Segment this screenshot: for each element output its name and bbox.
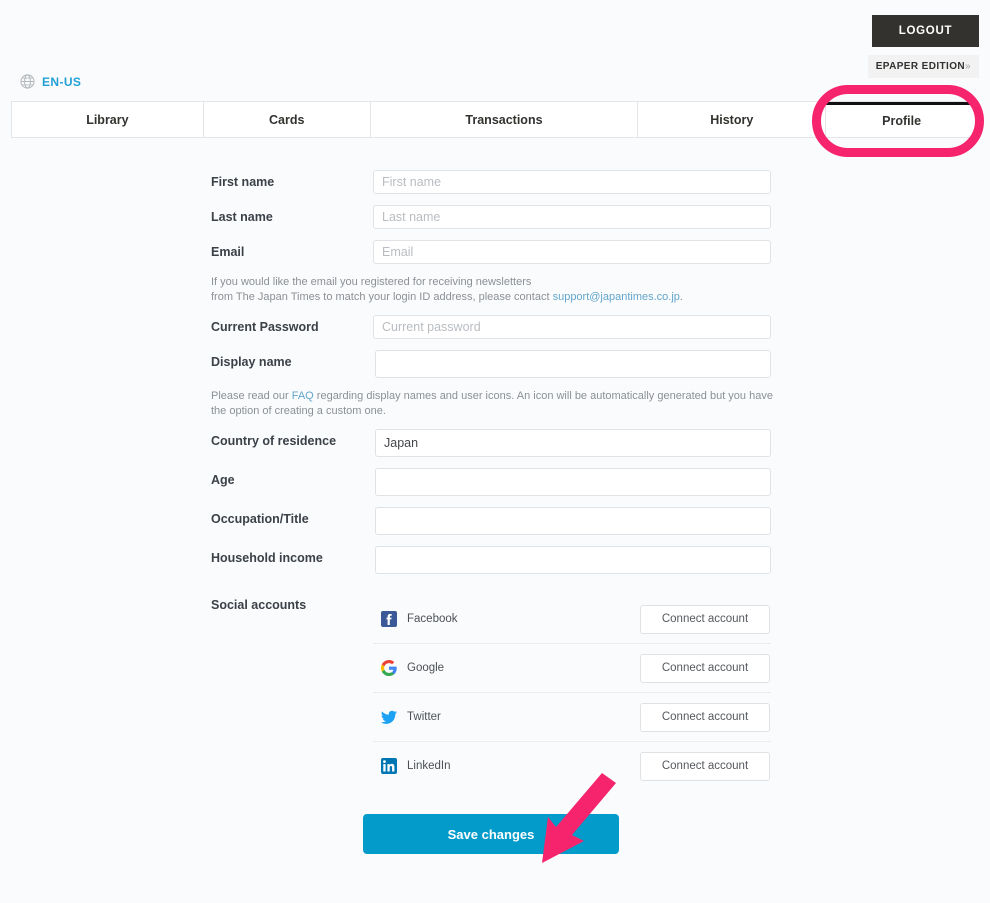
label-last-name: Last name [211, 210, 273, 224]
chevron-right-icon: » [965, 61, 971, 72]
label-email: Email [211, 245, 245, 259]
tab-transactions[interactable]: Transactions [370, 102, 639, 137]
display-name-help-before: Please read our [211, 390, 292, 402]
email-help-line2-before: from The Japan Times to match your login… [211, 290, 553, 303]
profile-form: First name Last name Email If you would lik… [0, 170, 990, 854]
twitter-icon [381, 709, 397, 725]
tab-label: History [710, 112, 754, 127]
field-row-last-name: Last name [0, 205, 990, 229]
epaper-edition-label: EPAPER EDITION [875, 61, 966, 72]
field-row-email: Email [0, 240, 990, 264]
account-tabs: Library Cards Transactions History Profile [11, 101, 978, 138]
save-button-wrapper: Save changes [363, 814, 619, 854]
field-row-occupation-title: Occupation/Title [0, 507, 990, 535]
social-accounts-title: Social accounts [211, 598, 307, 612]
input-age[interactable] [375, 468, 771, 496]
faq-link[interactable]: FAQ [292, 390, 314, 402]
social-name-twitter: Twitter [407, 711, 441, 723]
connect-account-button-twitter[interactable]: Connect account [640, 702, 770, 732]
tab-cards[interactable]: Cards [203, 102, 371, 137]
locale-label: EN-US [42, 74, 82, 89]
social-name-linkedin: LinkedIn [407, 760, 451, 772]
social-accounts-list: Facebook Connect account Google Connect acc… [373, 595, 771, 790]
input-household-income[interactable] [375, 546, 771, 574]
field-row-household-income: Household income [0, 546, 990, 574]
field-row-current-password: Current Password [0, 315, 990, 339]
tab-history[interactable]: History [638, 102, 827, 137]
social-row-linkedin: LinkedIn Connect account [373, 742, 771, 790]
connect-account-button-google[interactable]: Connect account [640, 653, 770, 683]
logout-button[interactable]: LOGOUT [872, 15, 979, 47]
field-row-display-name: Display name [0, 350, 990, 378]
field-row-first-name: First name [0, 170, 990, 194]
social-row-facebook: Facebook Connect account [373, 595, 771, 644]
social-accounts-section: Social accounts Facebook Connect account Go… [0, 595, 990, 790]
label-age: Age [211, 473, 235, 487]
connect-account-button-linkedin[interactable]: Connect account [640, 751, 770, 781]
email-help-line2-after: . [679, 290, 683, 303]
social-name-google: Google [407, 662, 445, 674]
label-display-name: Display name [211, 355, 292, 369]
social-name-facebook: Facebook [407, 613, 458, 625]
label-current-password: Current Password [211, 320, 319, 334]
tab-library[interactable]: Library [12, 102, 204, 137]
input-display-name[interactable] [375, 350, 771, 378]
label-occupation-title: Occupation/Title [211, 512, 309, 526]
input-email[interactable] [373, 240, 771, 264]
social-row-twitter: Twitter Connect account [373, 693, 771, 742]
field-row-country-of-residence: Country of residence [0, 429, 990, 457]
support-email-link[interactable]: support@japantimes.co.jp [553, 291, 680, 303]
email-help-text: If you would like the email you register… [211, 275, 773, 304]
input-first-name[interactable] [373, 170, 771, 194]
label-household-income: Household income [211, 551, 323, 565]
tab-label: Transactions [465, 112, 543, 127]
tab-profile[interactable]: Profile [826, 102, 977, 137]
input-country-of-residence[interactable] [375, 429, 771, 457]
tab-label: Profile [882, 114, 922, 128]
input-occupation-title[interactable] [375, 507, 771, 535]
display-name-help-text: Please read our FAQ regarding display na… [211, 389, 773, 418]
epaper-edition-button[interactable]: EPAPER EDITION» [867, 55, 979, 78]
locale-selector[interactable]: EN-US [20, 74, 81, 89]
label-first-name: First name [211, 175, 275, 189]
connect-account-button-facebook[interactable]: Connect account [640, 604, 770, 634]
linkedin-icon [381, 758, 397, 774]
tab-label: Library [86, 112, 129, 127]
globe-icon [20, 74, 35, 89]
input-last-name[interactable] [373, 205, 771, 229]
field-row-age: Age [0, 468, 990, 496]
google-icon [381, 660, 397, 676]
input-current-password[interactable] [373, 315, 771, 339]
top-action-bar: LOGOUT EPAPER EDITION» [779, 0, 979, 78]
facebook-icon [381, 611, 397, 627]
email-help-line1: If you would like the email you register… [211, 276, 532, 288]
save-changes-button[interactable]: Save changes [363, 814, 619, 854]
label-country-of-residence: Country of residence [211, 434, 337, 448]
social-row-google: Google Connect account [373, 644, 771, 693]
tab-label: Cards [268, 112, 305, 127]
